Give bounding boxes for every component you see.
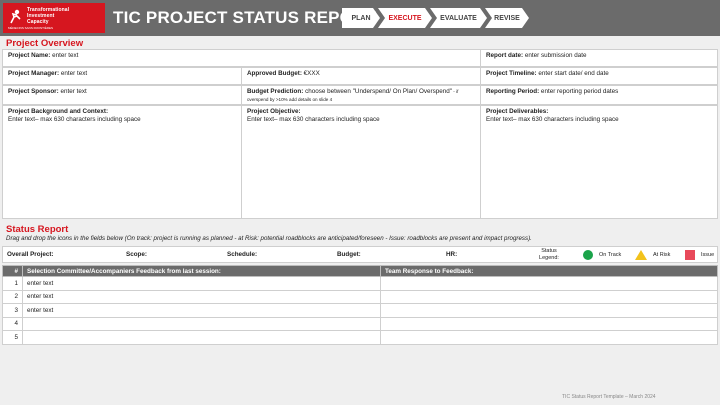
red-square-icon[interactable] — [685, 250, 695, 260]
project-objective-field[interactable]: Project Objective: Enter text– max 630 ch… — [241, 105, 481, 219]
phase-execute[interactable]: EXECUTE — [378, 8, 432, 28]
col-number-header: # — [2, 265, 23, 277]
scope-status[interactable]: Scope: — [126, 251, 147, 258]
logo-text: Transformational Investment Capacity — [27, 7, 70, 25]
table-row: 1 enter text — [2, 276, 718, 291]
response-cell[interactable] — [380, 316, 718, 331]
approved-budget-field[interactable]: Approved Budget: €XXX — [241, 67, 481, 85]
yellow-triangle-icon[interactable] — [635, 250, 647, 260]
report-date-field[interactable]: Report date: enter submission date — [480, 49, 718, 67]
table-row: 3 enter text — [2, 303, 718, 318]
response-cell[interactable] — [380, 289, 718, 304]
response-cell[interactable] — [380, 276, 718, 291]
phase-revise[interactable]: REVISE — [485, 8, 529, 28]
feedback-cell[interactable]: enter text — [22, 276, 381, 291]
status-legend-label: Status Legend: — [539, 248, 559, 261]
legend-issue[interactable]: Issue — [685, 250, 714, 260]
header-bar: Transformational Investment Capacity MÉD… — [0, 0, 720, 36]
status-instructions: Drag and drop the icons in the fields be… — [6, 235, 532, 242]
feedback-table: # Selection Committee/Accompaniers Feedb… — [2, 265, 718, 345]
row-number: 2 — [2, 289, 23, 304]
budget-prediction-field[interactable]: Budget Prediction: choose between "Under… — [241, 85, 481, 105]
legend-at-risk[interactable]: At Risk — [635, 250, 670, 260]
project-background-field[interactable]: Project Background and Context: Enter tex… — [2, 105, 242, 219]
hr-status[interactable]: HR: — [446, 251, 457, 258]
msf-runner-icon — [10, 9, 21, 24]
table-row: 5 — [2, 330, 718, 345]
status-row: Overall Project: Scope: Schedule: Budget… — [2, 246, 718, 263]
feedback-cell[interactable]: enter text — [22, 303, 381, 318]
footer-text: TIC Status Report Template – March 2024 — [562, 394, 656, 400]
overall-project-status[interactable]: Overall Project: — [7, 251, 54, 258]
project-sponsor-field[interactable]: Project Sponsor: enter text — [2, 85, 242, 105]
feedback-cell[interactable]: enter text — [22, 289, 381, 304]
msf-logo: Transformational Investment Capacity MÉD… — [3, 3, 105, 33]
legend-on-track[interactable]: On Track — [583, 250, 621, 260]
table-row: 2 enter text — [2, 289, 718, 304]
project-timeline-field[interactable]: Project Timeline: enter start date/ end … — [480, 67, 718, 85]
response-cell[interactable] — [380, 330, 718, 345]
project-name-field[interactable]: Project Name: enter text — [2, 49, 481, 67]
row-number: 3 — [2, 303, 23, 318]
green-circle-icon[interactable] — [583, 250, 593, 260]
col-feedback-header: Selection Committee/Accompaniers Feedbac… — [22, 265, 381, 277]
overview-title: Project Overview — [6, 38, 84, 49]
schedule-status[interactable]: Schedule: — [227, 251, 257, 258]
feedback-cell[interactable] — [22, 316, 381, 331]
phase-evaluate[interactable]: EVALUATE — [430, 8, 487, 28]
reporting-period-field[interactable]: Reporting Period: enter reporting period… — [480, 85, 718, 105]
project-manager-field[interactable]: Project Manager: enter text — [2, 67, 242, 85]
project-deliverables-field[interactable]: Project Deliverables: Enter text– max 630… — [480, 105, 718, 219]
budget-status[interactable]: Budget: — [337, 251, 361, 258]
status-title: Status Report — [6, 224, 69, 235]
page-title: TIC PROJECT STATUS REPORT — [113, 8, 377, 27]
table-row: 4 — [2, 316, 718, 331]
row-number: 4 — [2, 316, 23, 331]
row-number: 1 — [2, 276, 23, 291]
response-cell[interactable] — [380, 303, 718, 318]
phase-plan[interactable]: PLAN — [342, 8, 380, 28]
logo-subtext: MÉDECINS SANS FRONTIÈRES — [8, 26, 54, 30]
col-response-header: Team Response to Feedback: — [380, 265, 718, 277]
row-number: 5 — [2, 330, 23, 345]
feedback-cell[interactable] — [22, 330, 381, 345]
